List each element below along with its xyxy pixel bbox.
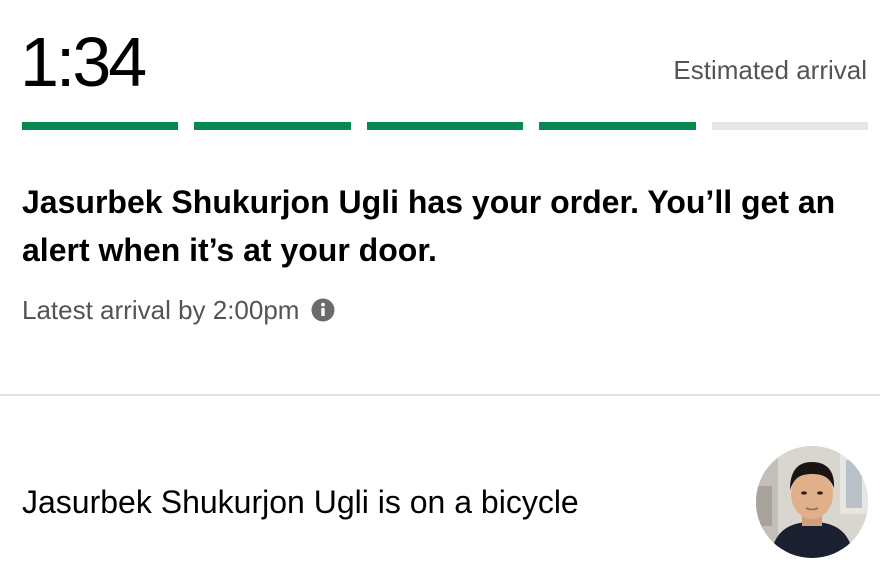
latest-arrival-text: Latest arrival by 2:00pm <box>22 295 300 325</box>
progress-segment-complete <box>22 122 179 130</box>
courier-description: Jasurbek Shukurjon Ugli is on a bicycle <box>22 484 579 520</box>
order-status-message: Jasurbek Shukurjon Ugli has your order. … <box>22 184 836 268</box>
progress-segment-complete <box>366 122 524 130</box>
info-icon[interactable] <box>311 298 335 322</box>
progress-segment-complete <box>539 122 696 130</box>
progress-segment-pending <box>711 122 869 130</box>
eta-time: 1:34 <box>20 23 147 101</box>
section-divider <box>0 394 880 396</box>
eta-label: Estimated arrival <box>673 55 867 85</box>
latest-arrival-row: Latest arrival by 2:00pm <box>22 292 335 328</box>
courier-avatar[interactable] <box>756 446 868 558</box>
delivery-progress-bar <box>22 122 869 130</box>
progress-segment-complete <box>194 122 351 130</box>
